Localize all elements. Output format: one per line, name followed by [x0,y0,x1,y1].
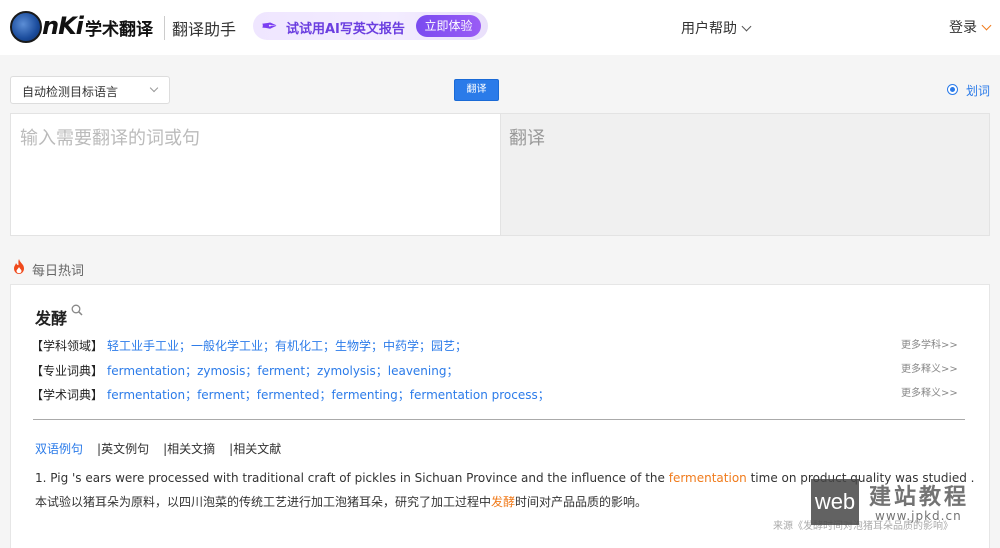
user-help-label: 用户帮助 [681,21,737,37]
flame-icon [14,259,24,274]
example-sentence-chinese: 本试验以猪耳朵为原料，以四川泡菜的传统工艺进行加工泡猪耳朵，研究了加工过程中发酵… [35,493,647,510]
logo-text[interactable]: nKi [42,12,84,40]
word-select-label[interactable]: 划词 [966,82,990,99]
daily-hot-words-title: 每日热词 [32,264,85,279]
row-label: 【专业词典】 [31,364,104,378]
tab-related-abstracts[interactable]: 相关文摘 [167,442,215,456]
source-placeholder: 输入需要翻译的词或句 [20,128,200,149]
row-terms-link[interactable]: fermentation；zymosis；ferment；zymolysis；l… [107,364,458,378]
login-menu[interactable]: 登录 [949,17,992,37]
ai-promo-banner[interactable]: ✒ 试试用AI写英文报告 立即体验 [253,12,488,40]
target-language-select[interactable]: 自动检测目标语言 [10,76,170,104]
chevron-down-icon [741,21,752,32]
example-text: 时间对产品品质的影响。 [515,495,648,509]
brand-name[interactable]: 学术翻译 [85,15,153,40]
more-definitions-link[interactable]: 更多释义>> [901,384,958,399]
example-text: 1. Pig 's ears were processed with tradi… [35,471,669,485]
watermark-url: www.jpkd.cn [875,509,962,523]
login-label: 登录 [949,20,977,36]
row-terms-link[interactable]: fermentation；ferment；fermented；fermentin… [107,388,550,402]
user-help-menu[interactable]: 用户帮助 [681,18,752,38]
highlight-term: 发酵 [491,495,516,509]
target-language-value: 自动检测目标语言 [22,85,119,99]
tab-english-examples[interactable]: 英文例句 [101,442,149,456]
sub-brand-title: 翻译助手 [172,20,237,39]
tab-bilingual-examples[interactable]: 双语例句 [35,442,83,456]
word-select-radio[interactable] [947,84,958,95]
translate-button[interactable]: 翻译 [454,79,499,101]
section-divider [33,419,965,420]
professional-dictionary-row: 【专业词典】 fermentation；zymosis；ferment；zymol… [31,362,458,379]
cnki-logo-globe-icon[interactable] [10,11,42,43]
hot-word: 发酵 [35,309,68,328]
more-definitions-link[interactable]: 更多释义>> [901,360,958,375]
example-tabs: 双语例句 |英文例句 |相关文摘 |相关文献 [35,440,281,457]
example-text: 本试验以猪耳朵为原料，以四川泡菜的传统工艺进行加工泡猪耳朵，研究了加工过程中 [35,495,492,509]
tab-related-literature[interactable]: 相关文献 [233,442,281,456]
header-divider [164,16,165,40]
chevron-down-icon [981,20,992,31]
academic-dictionary-row: 【学术词典】 fermentation；ferment；fermented；fer… [31,386,550,403]
row-label: 【学科领域】 [31,339,104,353]
promo-text: 试试用AI写英文报告 [286,22,405,37]
more-subjects-link[interactable]: 更多学科>> [901,336,958,351]
chevron-down-icon [149,83,159,93]
search-icon[interactable] [71,304,83,316]
watermark-chinese: 建站教程 [869,485,970,510]
source-text-input[interactable]: 输入需要翻译的词或句 [10,113,500,236]
translation-placeholder: 翻译 [509,128,545,149]
promo-try-button[interactable]: 立即体验 [416,15,481,37]
translation-output: 翻译 [500,113,990,236]
highlight-term: fermentation [668,471,747,485]
site-watermark: web 建站教程 www.jpkd.cn [811,479,987,525]
top-header: nKi 学术翻译 翻译助手 ✒ 试试用AI写英文报告 立即体验 用户帮助 登录 [0,0,1000,55]
subject-field-row: 【学科领域】 轻工业手工业；一般化学工业；有机化工；生物学；中药学；园艺； [31,337,467,354]
watermark-web-box: web [811,479,859,525]
quill-pen-icon: ✒ [261,14,278,38]
row-label: 【学术词典】 [31,388,104,402]
row-terms-link[interactable]: 轻工业手工业；一般化学工业；有机化工；生物学；中药学；园艺； [107,339,467,353]
